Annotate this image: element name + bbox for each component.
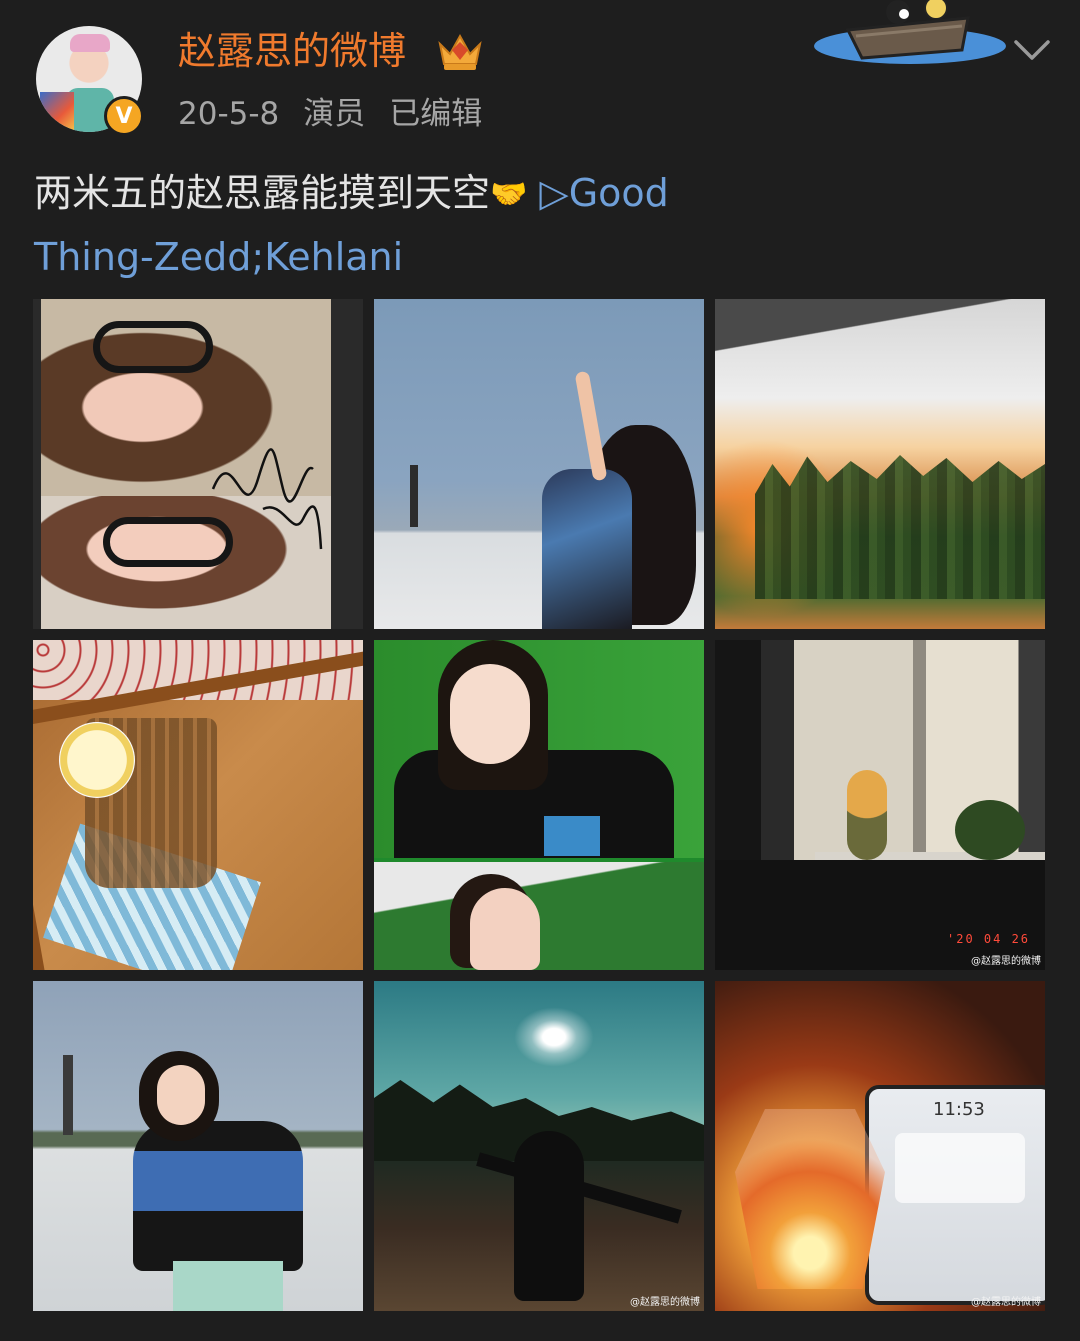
glasses-shape: [93, 321, 213, 373]
mint-pants: [173, 1261, 283, 1311]
username[interactable]: 赵露思的微博: [178, 26, 406, 76]
date-stamp: '20 04 26: [947, 932, 1031, 946]
watermark: @赵露思的微博: [971, 956, 1041, 967]
smiling-face: [470, 888, 540, 970]
chevron-down-icon[interactable]: [1012, 34, 1052, 64]
potted-plant: [955, 800, 1025, 860]
post-meta: 20-5-8 演员 已编辑: [178, 92, 506, 136]
edited-label[interactable]: 已编辑: [389, 96, 482, 132]
post-date: 20-5-8: [178, 96, 280, 132]
grid-image-4[interactable]: [33, 640, 363, 970]
verified-v-icon: V: [104, 96, 144, 136]
crown-gem-icon[interactable]: [434, 30, 486, 72]
grid-image-9[interactable]: 11:53 @赵露思的微博: [715, 981, 1045, 1311]
salt-lamp: [735, 1109, 885, 1289]
grid-image-5[interactable]: [374, 640, 704, 970]
handshake-emoji-icon: 🤝: [490, 177, 528, 212]
window-frame: [715, 299, 1045, 369]
shirt-shape: [542, 469, 632, 629]
user-role: 演员: [303, 96, 366, 132]
watermark: @赵露思的微博: [630, 1297, 700, 1308]
avatar-cap: [70, 34, 110, 52]
avatar-toy-box: [40, 92, 74, 132]
face-shape: [157, 1065, 205, 1125]
grid-image-7[interactable]: [33, 981, 363, 1311]
tower-shape: [410, 465, 418, 527]
graphic-tee: [133, 1121, 303, 1271]
sun-glow: [514, 1007, 594, 1067]
tower-shape: [63, 1055, 73, 1135]
tablet-time: 11:53: [933, 1099, 985, 1120]
grid-image-2[interactable]: [374, 299, 704, 629]
watermark: @赵露思的微博: [971, 1297, 1041, 1308]
face-shape: [450, 664, 530, 764]
pine-trees: [755, 455, 1045, 599]
post-text: 两米五的赵思露能摸到天空🤝 ▷Good Thing-Zedd;Kehlani: [34, 162, 794, 288]
tee-print: [544, 816, 600, 856]
post-body: 两米五的赵思露能摸到天空: [34, 171, 491, 215]
grid-image-3[interactable]: [715, 299, 1045, 629]
boat-cats-icon: [814, 0, 1006, 64]
grid-image-1[interactable]: [33, 299, 363, 629]
signature-scribble: [211, 448, 323, 550]
lemon-slice: [59, 722, 135, 798]
silhouette-figure: [514, 1131, 584, 1301]
flower-vase: [847, 770, 887, 860]
grid-image-8[interactable]: @赵露思的微博: [374, 981, 704, 1311]
grid-image-6[interactable]: '20 04 26 @赵露思的微博: [715, 640, 1045, 970]
music-player-card: [895, 1133, 1025, 1203]
image-grid: '20 04 26 @赵露思的微博 @赵露思的微博 11:53 @赵露思的微博: [33, 299, 1045, 1311]
raised-arm-shape: [574, 370, 608, 482]
